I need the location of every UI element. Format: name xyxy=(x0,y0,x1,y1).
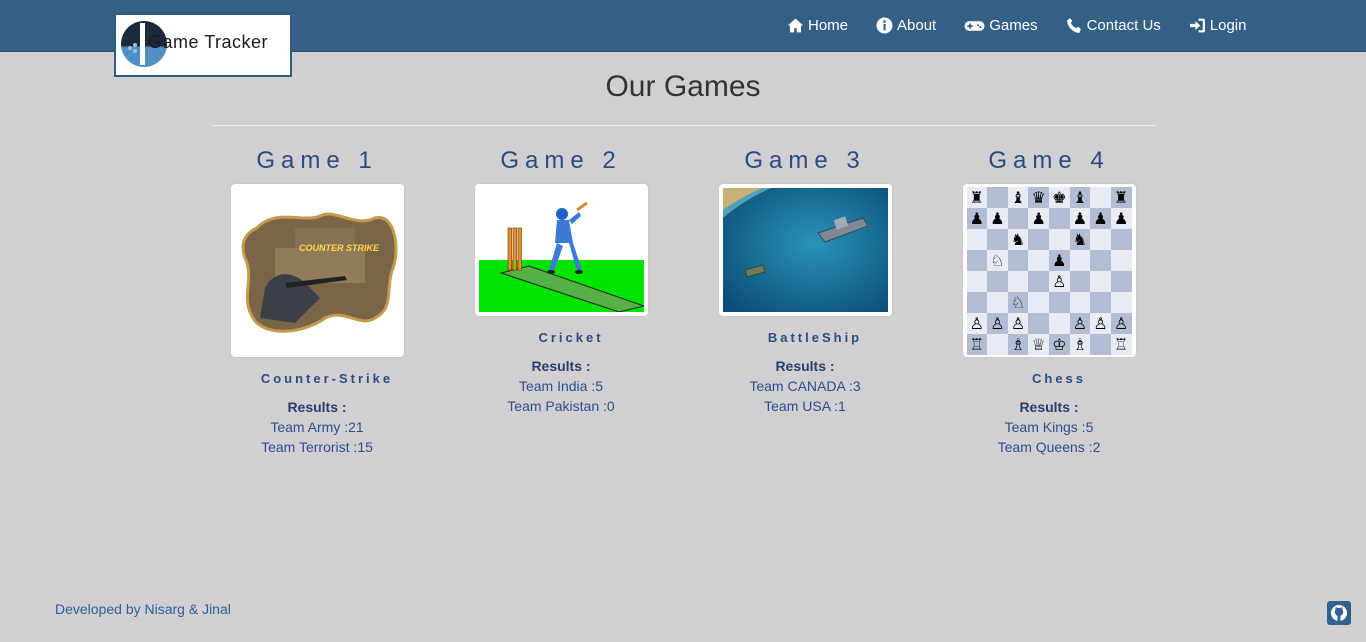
github-link[interactable] xyxy=(1327,601,1351,625)
counter-strike-logo-text: COUNTER STRIKE xyxy=(299,243,380,253)
game-card-4: Game 4 ♜ ♝ ♛ ♚ ♝ ♜ ♟ ♟ ♟ ♟ ♟ ♟ ♞ ♞ ♘ ♟ ♙ ♘ ♙ ♙ ♙ ♙ ♙ ♙ ♖ ♗ ♕ ♔ ♗ ♖ Ch… xyxy=(939,146,1159,457)
nav-about-label: About xyxy=(897,17,937,34)
results-label: Results : xyxy=(775,358,835,374)
cricket-image xyxy=(478,188,646,313)
phone-icon xyxy=(1066,18,1081,33)
result-line: Team India :5 xyxy=(518,378,604,394)
home-icon xyxy=(787,18,804,33)
brand-logo[interactable]: Game Tracker xyxy=(114,13,292,77)
info-icon xyxy=(876,17,893,34)
game-name: BattleShip xyxy=(767,330,863,345)
game-thumbnail-counter-strike[interactable]: COUNTER STRIKE xyxy=(230,184,404,357)
game-card-2: Game 2 Cricket Results : Team India :5 T… xyxy=(451,146,671,416)
game-card-3: Game 3 BattleShip Results : Team CANADA … xyxy=(695,146,915,416)
result-line: Team Queens :2 xyxy=(997,439,1101,455)
game-name: Cricket xyxy=(538,330,604,345)
nav-games-label: Games xyxy=(989,17,1038,34)
result-line: Team Kings :5 xyxy=(1004,419,1094,435)
brand-name: Game Tracker xyxy=(148,32,269,52)
nav-contact-label: Contact Us xyxy=(1086,17,1161,34)
game-heading: Game 3 xyxy=(744,147,866,174)
battleship-image xyxy=(722,188,888,312)
nav-about[interactable]: About xyxy=(876,17,936,34)
game-thumbnail-cricket[interactable] xyxy=(474,184,648,316)
game-name: Chess xyxy=(1031,371,1087,386)
result-line: Team Army :21 xyxy=(270,419,364,435)
chess-board-image: ♜ ♝ ♛ ♚ ♝ ♜ ♟ ♟ ♟ ♟ ♟ ♟ ♞ ♞ ♘ ♟ ♙ ♘ ♙ ♙ ♙ ♙ ♙ ♙ ♖ ♗ ♕ ♔ ♗ ♖ xyxy=(966,187,1132,355)
results-label: Results : xyxy=(1019,399,1079,415)
page-title: Our Games xyxy=(605,70,761,103)
result-line: Team USA :1 xyxy=(764,398,846,414)
game-thumbnail-chess[interactable]: ♜ ♝ ♛ ♚ ♝ ♜ ♟ ♟ ♟ ♟ ♟ ♟ ♞ ♞ ♘ ♟ ♙ ♘ ♙ ♙ ♙ ♙ ♙ ♙ ♖ ♗ ♕ ♔ ♗ ♖ xyxy=(962,184,1136,357)
nav-games[interactable]: Games xyxy=(964,17,1038,34)
result-line: Team Terrorist :15 xyxy=(261,439,373,455)
nav-login[interactable]: Login xyxy=(1189,17,1247,34)
login-icon xyxy=(1189,18,1205,33)
results-label: Results : xyxy=(287,399,347,415)
main-nav: Home About Games Contact Us Login xyxy=(787,0,1246,51)
gamepad-icon xyxy=(964,21,985,31)
counter-strike-image: COUNTER STRIKE xyxy=(241,212,397,333)
game-card-1: Game 1 COUNTER STRIKE Counter-Strike Res… xyxy=(207,146,427,457)
nav-login-label: Login xyxy=(1209,17,1247,34)
result-line: Team Pakistan :0 xyxy=(507,398,615,414)
game-name: Counter-Strike xyxy=(260,371,394,386)
title-divider xyxy=(211,125,1156,126)
game-heading: Game 4 xyxy=(988,147,1110,174)
nav-home[interactable]: Home xyxy=(787,17,848,34)
nav-contact[interactable]: Contact Us xyxy=(1066,17,1161,34)
game-thumbnail-battleship[interactable] xyxy=(718,184,892,316)
github-icon xyxy=(1331,605,1347,621)
game-heading: Game 1 xyxy=(256,147,378,174)
footer-credit: Developed by Nisarg & Jinal xyxy=(55,601,231,617)
result-line: Team CANADA :3 xyxy=(749,378,861,394)
results-label: Results : xyxy=(531,358,591,374)
nav-home-label: Home xyxy=(808,17,849,34)
game-heading: Game 2 xyxy=(500,147,622,174)
